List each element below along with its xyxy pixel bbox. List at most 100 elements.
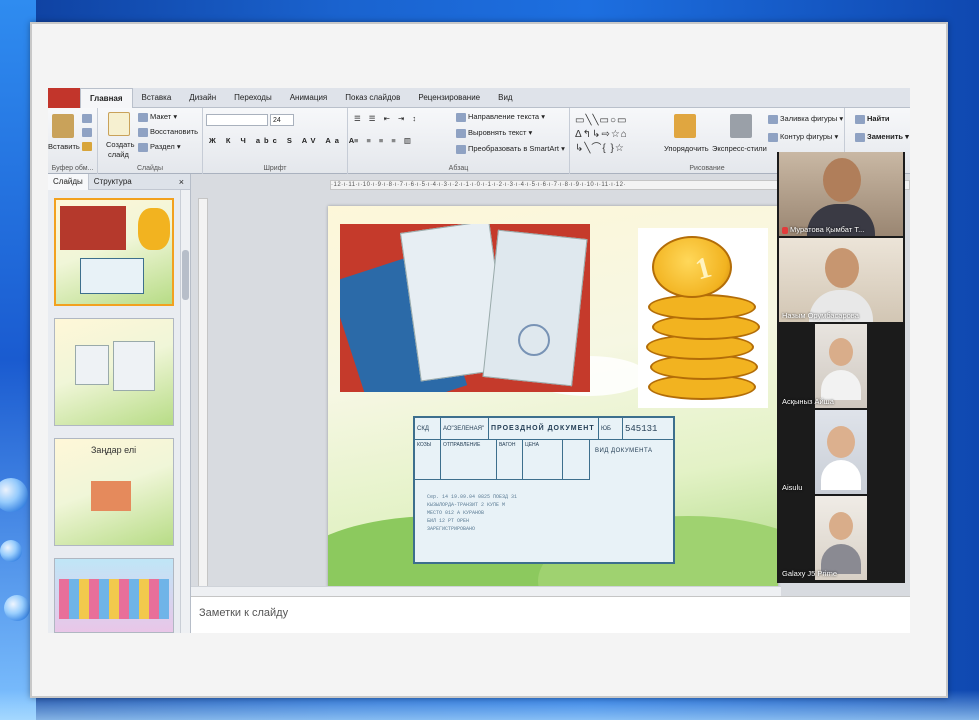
slides-group: Создать слайд Макет ▾ Восстановить Разде…	[98, 108, 203, 174]
paste-button[interactable]: Вставить	[48, 142, 80, 151]
align-buttons[interactable]: ≡ ≡ ≡ ≡ ▥	[354, 136, 414, 145]
tab-design[interactable]: Дизайн	[180, 88, 225, 108]
slide-thumbnail-3[interactable]: Заңдар елі	[54, 438, 174, 546]
font-name-input[interactable]	[206, 114, 268, 126]
travel-document-image[interactable]: СКД АО"ЗЕЛЕНАЯ" ПРОЕЗДНОЙ ДОКУМЕНТ ЮБ 54…	[413, 416, 675, 564]
font-size-input[interactable]: 24	[270, 114, 294, 126]
tab-home[interactable]: Главная	[80, 88, 133, 108]
participant-face	[825, 248, 859, 288]
tab-animation[interactable]: Анимация	[281, 88, 337, 108]
mic-muted-icon	[782, 226, 788, 234]
font-formatting-buttons[interactable]: Ж К Ч abc S AV Aa A	[209, 136, 358, 145]
thumb-castle	[91, 481, 131, 511]
slide-thumbnail-4[interactable]	[54, 558, 174, 633]
tab-view[interactable]: Вид	[489, 88, 521, 108]
slides-panel-scrollbar[interactable]	[180, 190, 190, 633]
screen-photo: Главная Вставка Дизайн Переходы Анимация…	[48, 88, 910, 633]
replace-icon	[855, 132, 865, 142]
participant-name: Муратова Қымбат Т...	[782, 225, 864, 234]
tab-slideshow[interactable]: Показ слайдов	[336, 88, 409, 108]
close-icon[interactable]: ×	[179, 177, 184, 187]
participant-name: Aisulu	[782, 483, 803, 492]
passport-image[interactable]	[340, 224, 590, 392]
arrange-icon[interactable]	[674, 114, 696, 138]
text-direction-button[interactable]: Направление текста ▾	[456, 112, 545, 122]
thumb-document	[75, 345, 109, 385]
ticket-code: СКД	[415, 418, 441, 440]
shape-outline-button[interactable]: Контур фигуры ▾	[768, 132, 838, 142]
ticket-columns: КОЗЫ ОТПРАВЛЕНИЕ ВАГОН ЦЕНА	[415, 440, 590, 480]
new-slide-icon[interactable]	[108, 112, 130, 136]
participant-face	[829, 338, 853, 366]
horizontal-scrollbar[interactable]	[191, 586, 781, 596]
vertical-ruler	[198, 198, 208, 598]
slide-thumbnail-2[interactable]	[54, 318, 174, 426]
participant-tile[interactable]: Galaxy J5 Prime	[779, 496, 903, 580]
bubble-decoration	[0, 540, 22, 562]
video-participants-panel: Муратова Қымбат Т... Назым Орумбасарова …	[777, 152, 905, 583]
quick-styles-button[interactable]: Экспресс-стили	[712, 144, 767, 153]
ticket-col	[563, 440, 590, 480]
participant-tile[interactable]: Асқыныз Айша	[779, 324, 903, 408]
shape-outline-icon	[768, 132, 778, 142]
align-text-button[interactable]: Выровнять текст ▾	[456, 128, 532, 138]
slide-canvas[interactable]: 1 СКД АО"ЗЕЛЕНАЯ" ПРОЕЗДНОЙ ДОКУМЕНТ ЮБ …	[328, 206, 778, 596]
tab-slides[interactable]: Слайды	[48, 173, 89, 190]
coin-digit: 1	[691, 250, 715, 287]
participant-name: Асқыныз Айша	[782, 397, 834, 406]
clipboard-label: Буфер обм...	[51, 165, 94, 172]
ticket-col: ЦЕНА	[523, 440, 563, 480]
cut-icon[interactable]	[82, 114, 92, 123]
file-tab[interactable]	[48, 88, 80, 108]
smartart-button[interactable]: Преобразовать в SmartArt ▾	[456, 144, 565, 154]
shapes-gallery[interactable]: ▭╲╲▭○▭ Δ↰↳⇨☆⌂ ↳╲⌒{ }☆	[575, 114, 663, 158]
layout-icon	[138, 112, 148, 122]
copy-icon[interactable]	[82, 128, 92, 137]
participant-tile[interactable]: Aisulu	[779, 410, 903, 494]
format-painter-icon[interactable]	[82, 142, 92, 151]
find-button[interactable]: Найти	[855, 114, 889, 124]
ribbon-tab-bar: Главная Вставка Дизайн Переходы Анимация…	[48, 88, 910, 108]
paragraph-group: ☰ ☰ ⇤ ⇥ ↕ ≡ ≡ ≡ ≡ ▥ Направление текста ▾…	[348, 108, 570, 174]
participant-name: Galaxy J5 Prime	[782, 569, 838, 578]
new-slide-button-line2[interactable]: слайд	[108, 150, 129, 159]
thumb-coins	[138, 208, 170, 250]
stamp	[518, 324, 550, 356]
paste-icon[interactable]	[52, 114, 74, 138]
tab-outline[interactable]: Структура	[89, 174, 137, 190]
section-button[interactable]: Раздел ▾	[138, 142, 181, 152]
arrange-button[interactable]: Упорядочить	[664, 144, 709, 153]
participant-tile[interactable]: Назым Орумбасарова	[779, 238, 903, 322]
participant-tile[interactable]: Муратова Қымбат Т...	[779, 152, 903, 236]
smartart-icon	[456, 144, 466, 154]
thumb-ticket	[80, 258, 144, 294]
reset-icon	[138, 127, 148, 137]
ticket-col: ОТПРАВЛЕНИЕ	[441, 440, 497, 480]
passport-page	[482, 229, 588, 387]
font-label: Шрифт	[263, 165, 287, 172]
paragraph-label: Абзац	[448, 165, 469, 172]
reset-button[interactable]: Восстановить	[138, 127, 198, 137]
tab-insert[interactable]: Вставка	[133, 88, 181, 108]
new-slide-button[interactable]: Создать	[106, 140, 135, 149]
slides-panel-tabs: Слайды Структура ×	[48, 173, 190, 190]
tab-transitions[interactable]: Переходы	[225, 88, 281, 108]
clipboard-group: Вставить Буфер обм...	[48, 108, 98, 174]
thumb-castle	[59, 579, 169, 619]
participant-face	[829, 512, 853, 540]
scroll-thumb[interactable]	[182, 250, 189, 300]
layout-button[interactable]: Макет ▾	[138, 112, 177, 122]
list-buttons[interactable]: ☰ ☰ ⇤ ⇥ ↕	[354, 114, 419, 123]
shape-fill-button[interactable]: Заливка фигуры ▾	[768, 114, 843, 124]
ticket-col: КОЗЫ	[415, 440, 441, 480]
replace-button[interactable]: Заменить ▾	[855, 132, 909, 142]
tab-review[interactable]: Рецензирование	[409, 88, 489, 108]
notes-pane[interactable]: Заметки к слайду	[191, 596, 910, 633]
slide-thumbnail-1[interactable]	[54, 198, 174, 306]
thumb-document	[113, 341, 155, 391]
coins-image[interactable]: 1	[638, 228, 768, 408]
notes-placeholder: Заметки к слайду	[199, 607, 289, 619]
quick-styles-icon[interactable]	[730, 114, 752, 138]
section-icon	[138, 142, 148, 152]
ticket-print-lines: Сер. 14 19.09.04 0825 ПОЕЗД 31 КЫЗЫЛОРДА…	[427, 494, 518, 532]
